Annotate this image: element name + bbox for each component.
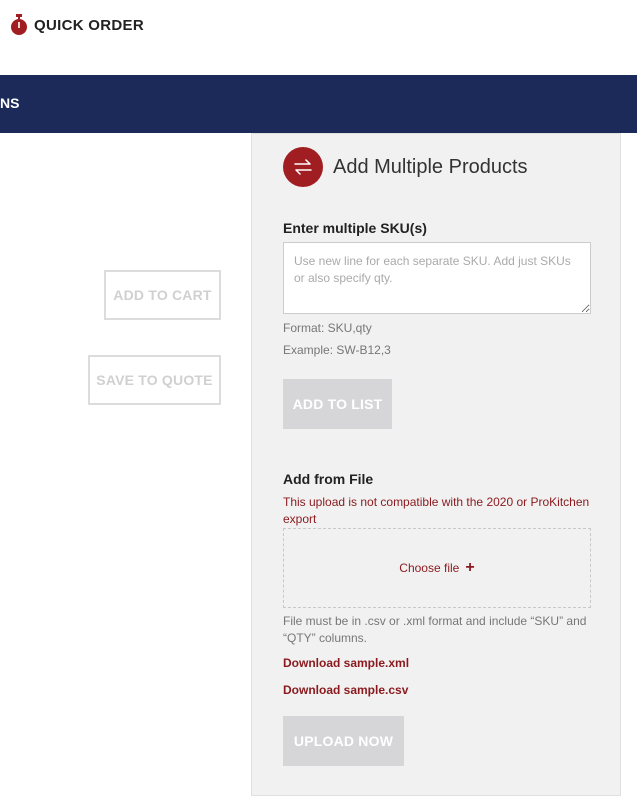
save-to-quote-button[interactable]: SAVE TO QUOTE [88,355,221,405]
example-hint: Example: SW-B12,3 [283,343,391,357]
download-sample-csv-link[interactable]: Download sample.csv [283,683,408,697]
add-to-list-button[interactable]: ADD TO LIST [283,379,392,429]
plus-icon: + [465,559,475,576]
add-multiple-products-panel: Add Multiple Products Enter multiple SKU… [251,133,621,796]
nav-item-partial[interactable]: NS [0,95,19,111]
stopwatch-icon [11,14,27,35]
quick-order-link[interactable]: QUICK ORDER [10,14,144,36]
panel-header: Add Multiple Products [283,147,528,187]
file-format-note: File must be in .csv or .xml format and … [283,614,587,645]
main-nav-bar: NS [0,75,637,133]
quick-order-title: QUICK ORDER [34,16,144,34]
choose-file-label[interactable]: Choose file [399,561,459,575]
sku-label: Enter multiple SKU(s) [283,220,427,236]
upload-now-button[interactable]: UPLOAD NOW [283,716,404,766]
file-dropzone[interactable]: Choose file + [283,528,591,608]
top-bar: QUICK ORDER [0,0,637,75]
add-to-cart-button[interactable]: ADD TO CART [104,270,221,320]
panel-title: Add Multiple Products [333,155,528,178]
download-sample-xml-link[interactable]: Download sample.xml [283,656,409,670]
sku-textarea[interactable] [283,242,591,314]
swap-arrows-icon [283,147,323,187]
compatibility-warning: This upload is not compatible with the 2… [283,495,590,526]
file-label: Add from File [283,471,374,487]
format-hint: Format: SKU,qty [283,321,372,335]
